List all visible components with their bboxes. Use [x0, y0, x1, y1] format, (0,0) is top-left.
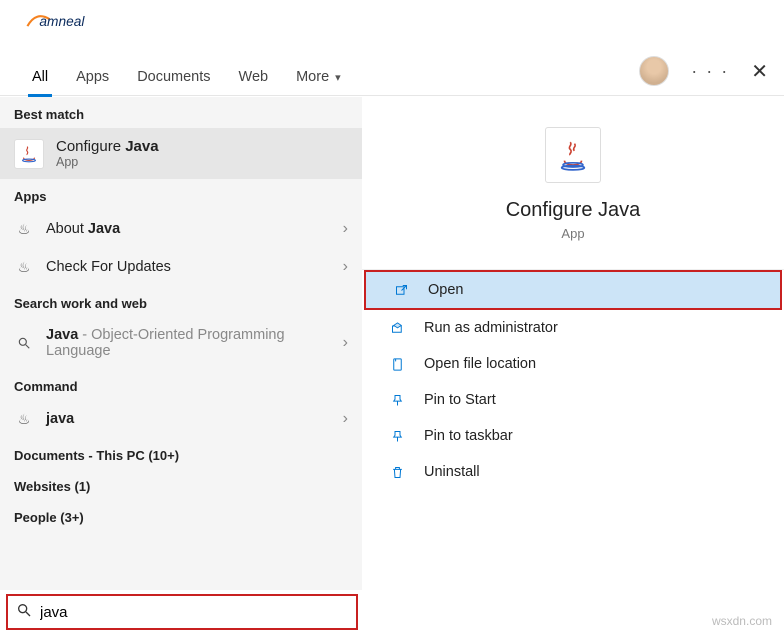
- close-icon[interactable]: ✕: [751, 59, 768, 84]
- tab-web[interactable]: Web: [225, 58, 283, 96]
- watermark: wsxdn.com: [712, 614, 772, 628]
- action-pin-taskbar[interactable]: Pin to taskbar: [362, 418, 784, 454]
- java-small-icon: ♨: [14, 221, 34, 238]
- best-match-item[interactable]: Configure Java App: [0, 128, 362, 179]
- best-match-subtitle: App: [56, 155, 159, 169]
- java-icon: [14, 139, 44, 169]
- search-web-heading: Search work and web: [0, 286, 362, 317]
- results-panel: Best match Configure Java App Apps ♨ Abo…: [0, 97, 362, 590]
- action-run-admin[interactable]: Run as administrator: [362, 310, 784, 346]
- brand-logo: amneal: [24, 6, 127, 36]
- detail-subtitle: App: [380, 226, 766, 241]
- best-match-title: Configure Java: [56, 138, 159, 155]
- search-bar[interactable]: [6, 594, 358, 630]
- tab-all[interactable]: All: [18, 58, 62, 96]
- folder-icon: [386, 357, 408, 372]
- pin-start-icon: [386, 393, 408, 408]
- open-icon: [390, 283, 412, 298]
- more-options-icon[interactable]: · · ·: [691, 61, 729, 82]
- chevron-right-icon: ›: [343, 220, 348, 238]
- websites-heading[interactable]: Websites (1): [0, 469, 362, 500]
- admin-icon: [386, 321, 408, 336]
- best-match-heading: Best match: [0, 97, 362, 128]
- action-uninstall[interactable]: Uninstall: [362, 454, 784, 490]
- chevron-down-icon: ▾: [335, 59, 341, 97]
- people-heading[interactable]: People (3+): [0, 500, 362, 531]
- apps-heading: Apps: [0, 179, 362, 210]
- app-large-icon: [545, 127, 601, 183]
- trash-icon: [386, 465, 408, 480]
- java-small-icon: ♨: [14, 411, 34, 428]
- web-result-java[interactable]: Java - Object-Oriented Programming Langu…: [0, 317, 362, 369]
- chevron-right-icon: ›: [343, 258, 348, 276]
- tab-more[interactable]: More ▾: [282, 58, 355, 96]
- command-heading: Command: [0, 369, 362, 400]
- app-about-java[interactable]: ♨ About Java ›: [0, 210, 362, 248]
- java-small-icon: ♨: [14, 259, 34, 276]
- tab-apps[interactable]: Apps: [62, 58, 123, 96]
- action-open[interactable]: Open: [364, 270, 782, 310]
- action-list: Open Run as administrator Open file loca…: [362, 269, 784, 490]
- documents-heading[interactable]: Documents - This PC (10+): [0, 438, 362, 469]
- action-pin-start[interactable]: Pin to Start: [362, 382, 784, 418]
- chevron-right-icon: ›: [343, 410, 348, 428]
- search-input[interactable]: [40, 604, 348, 621]
- search-icon: [14, 336, 34, 350]
- pin-taskbar-icon: [386, 429, 408, 444]
- svg-text:amneal: amneal: [39, 14, 85, 29]
- chevron-right-icon: ›: [343, 334, 348, 352]
- search-icon: [16, 602, 32, 623]
- tab-documents[interactable]: Documents: [123, 58, 224, 96]
- detail-panel: Configure Java App Open Run as administr…: [362, 97, 784, 590]
- app-check-updates[interactable]: ♨ Check For Updates ›: [0, 248, 362, 286]
- command-java[interactable]: ♨ java ›: [0, 400, 362, 438]
- user-avatar[interactable]: [639, 56, 669, 86]
- detail-title: Configure Java: [380, 199, 766, 222]
- action-open-location[interactable]: Open file location: [362, 346, 784, 382]
